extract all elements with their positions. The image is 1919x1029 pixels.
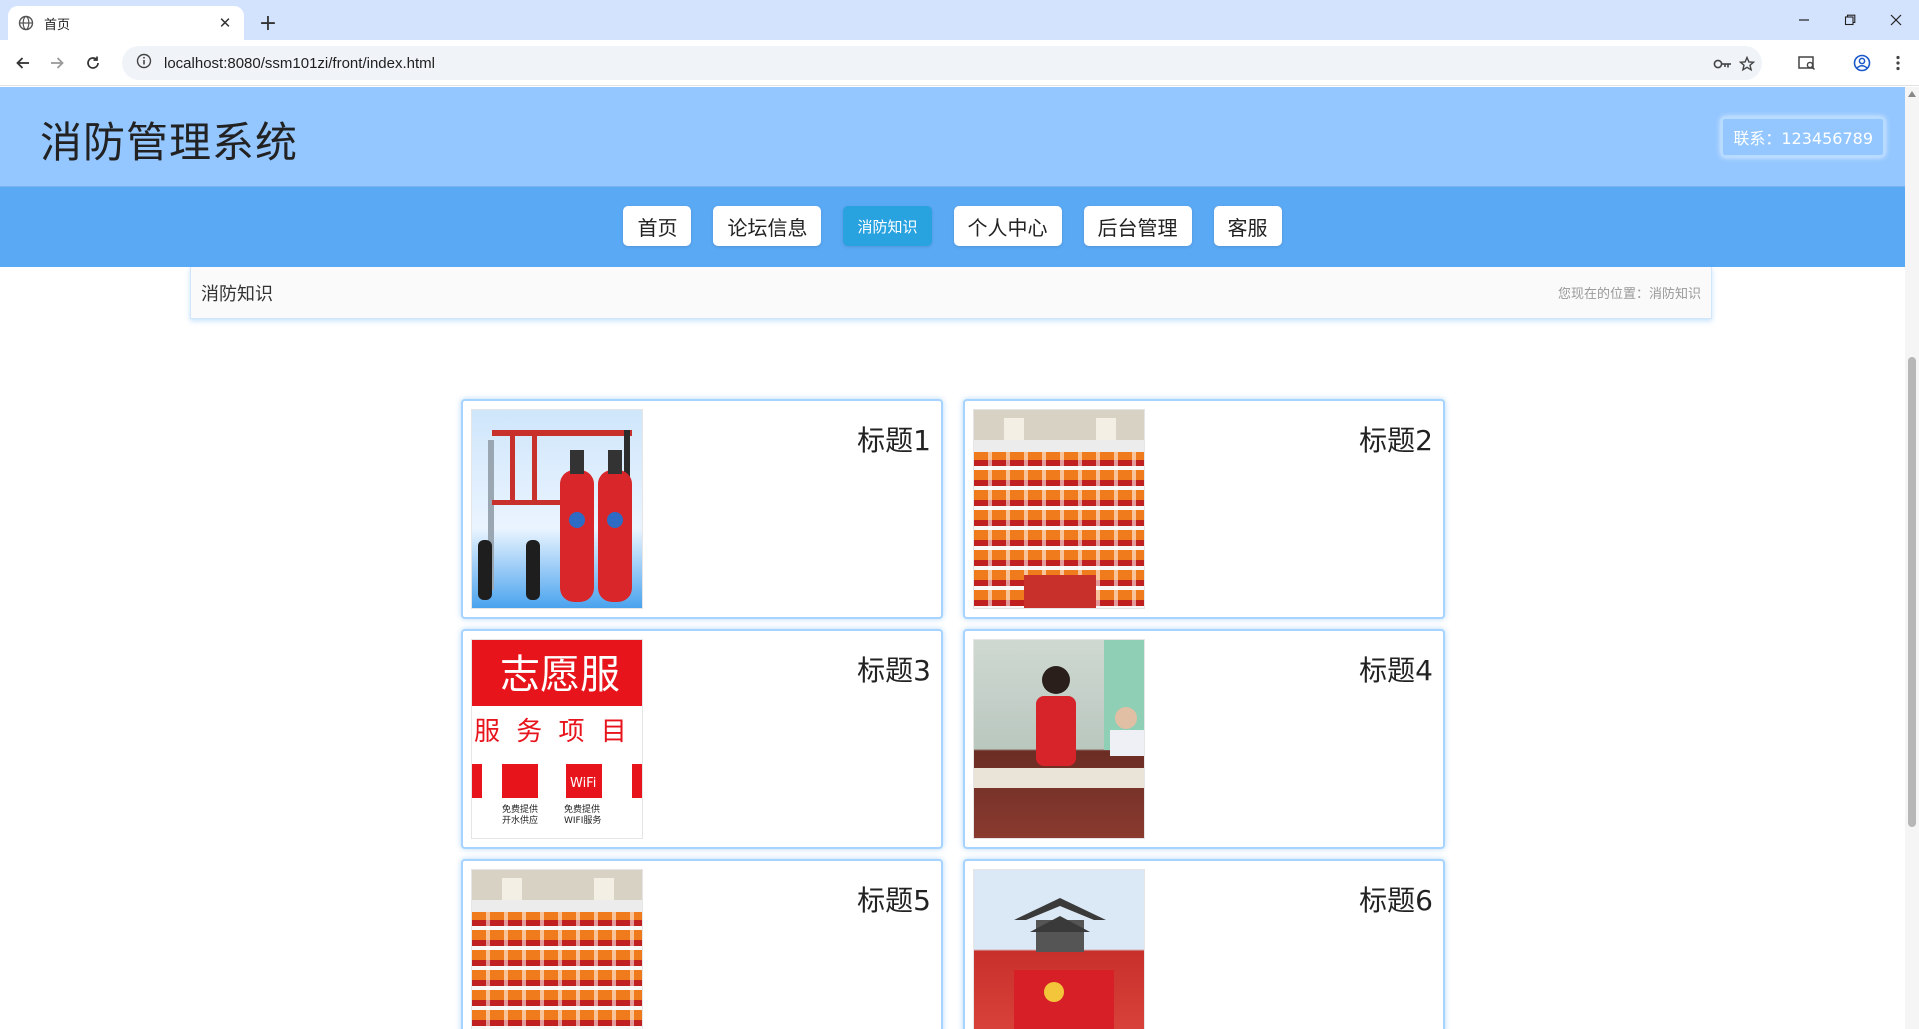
card-title[interactable]: 标题1: [857, 419, 931, 459]
svg-text:免费提供: 免费提供: [502, 803, 538, 815]
browser-tab[interactable]: 首页 ✕: [8, 6, 244, 40]
web-page: 消防管理系统 联系：123456789 首页 论坛信息 消防知识 个人中心 后台…: [0, 87, 1905, 1029]
restore-icon[interactable]: [1827, 0, 1873, 40]
auditorium-image[interactable]: [471, 869, 643, 1029]
card-title[interactable]: 标题4: [1359, 649, 1433, 689]
close-window-icon[interactable]: [1873, 0, 1919, 40]
knowledge-card[interactable]: 标题6: [963, 859, 1445, 1029]
knowledge-card[interactable]: 志愿服 服 务 项 目 WiFi 免费提供 开水供应 免费提供 WIFI服务 标…: [461, 629, 943, 849]
site-title: 消防管理系统: [40, 118, 299, 167]
tab-search-icon[interactable]: [1792, 48, 1822, 78]
knowledge-grid: 标题1 标题2 志愿服 服 务 项 目 WiFi 免费提供 开水供应 免费提供 …: [461, 399, 1445, 1029]
sign-subheading: 服 务 项 目: [474, 717, 631, 747]
card-title[interactable]: 标题3: [857, 649, 931, 689]
bookmark-star-icon[interactable]: [1736, 53, 1758, 75]
reload-icon[interactable]: [78, 48, 108, 78]
nav-personal-center[interactable]: 个人中心: [953, 206, 1062, 246]
minimize-icon[interactable]: [1781, 0, 1827, 40]
site-header: 消防管理系统 联系：123456789: [0, 87, 1905, 187]
browser-tab-bar: 首页 ✕ +: [0, 0, 1919, 40]
globe-icon: [18, 15, 34, 31]
card-title[interactable]: 标题6: [1359, 879, 1433, 919]
svg-text:免费提供: 免费提供: [564, 803, 600, 815]
main-nav: 首页 论坛信息 消防知识 个人中心 后台管理 客服: [0, 187, 1905, 267]
pavilion-group-image[interactable]: [973, 869, 1145, 1029]
knowledge-card[interactable]: 标题2: [963, 399, 1445, 619]
back-icon[interactable]: [8, 48, 38, 78]
forward-icon[interactable]: [42, 48, 72, 78]
auditorium-image[interactable]: [973, 409, 1145, 609]
close-tab-icon[interactable]: ✕: [216, 14, 234, 32]
nav-home[interactable]: 首页: [623, 206, 692, 246]
knowledge-card[interactable]: 标题4: [963, 629, 1445, 849]
knowledge-card[interactable]: 标题5: [461, 859, 943, 1029]
browser-toolbar: localhost:8080/ssm101zi/front/index.html: [0, 40, 1919, 86]
address-bar[interactable]: localhost:8080/ssm101zi/front/index.html: [122, 46, 1762, 80]
nav-forum[interactable]: 论坛信息: [713, 206, 822, 246]
tab-title: 首页: [44, 16, 71, 32]
profile-icon[interactable]: [1847, 48, 1877, 78]
nav-admin[interactable]: 后台管理: [1083, 206, 1192, 246]
breadcrumb: 消防知识 您现在的位置：消防知识: [190, 267, 1712, 319]
site-info-icon[interactable]: [136, 53, 152, 73]
scrollbar-thumb[interactable]: [1908, 357, 1916, 827]
nav-customer-service[interactable]: 客服: [1213, 206, 1282, 246]
card-title[interactable]: 标题2: [1359, 419, 1433, 459]
password-key-icon[interactable]: [1712, 53, 1734, 75]
wifi-text: WiFi: [570, 776, 596, 791]
svg-text:开水供应: 开水供应: [502, 814, 538, 826]
knowledge-card[interactable]: 标题1: [461, 399, 943, 619]
scroll-up-arrow-icon[interactable]: [1908, 91, 1916, 97]
nav-fire-knowledge[interactable]: 消防知识: [843, 206, 932, 246]
volunteer-sign-image[interactable]: 志愿服 服 务 项 目 WiFi 免费提供 开水供应 免费提供 WIFI服务: [471, 639, 643, 839]
new-tab-button[interactable]: +: [254, 9, 282, 37]
sign-heading: 志愿服: [500, 652, 620, 698]
page-scrollbar[interactable]: [1905, 87, 1919, 1029]
section-title: 消防知识: [201, 283, 273, 305]
url-text: localhost:8080/ssm101zi/front/index.html: [164, 54, 435, 72]
location-text: 您现在的位置：消防知识: [1557, 287, 1701, 302]
contact-badge: 联系：123456789: [1721, 117, 1885, 157]
fire-extinguisher-image[interactable]: [471, 409, 643, 609]
card-title[interactable]: 标题5: [857, 879, 931, 919]
svg-text:WIFI服务: WIFI服务: [564, 814, 601, 826]
meeting-image[interactable]: [973, 639, 1145, 839]
menu-kebab-icon[interactable]: [1883, 48, 1913, 78]
